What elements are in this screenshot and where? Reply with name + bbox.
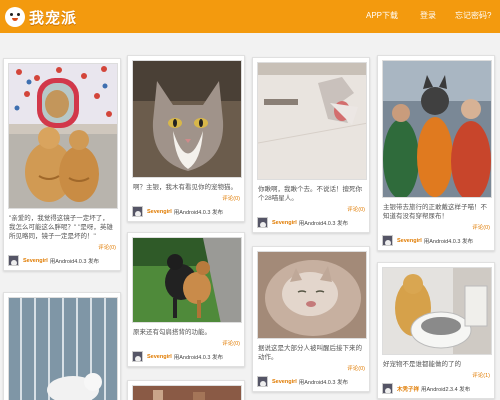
post-description: "亲爱的，我觉得这镜子一定坏了，我怎么可能这么胖呢？" "是呀，英雄所见略同，镜…	[9, 215, 113, 240]
post-card	[3, 292, 121, 400]
nav-login-link[interactable]: 登录	[420, 10, 436, 21]
post-author: Sevengirl 用Android4.0.3 发布	[257, 217, 365, 228]
post-photo[interactable]	[382, 60, 492, 198]
author-name-link[interactable]: 木秃子祥	[397, 385, 419, 393]
comment-count-link[interactable]: 评论(0)	[382, 223, 490, 231]
avatar[interactable]	[257, 217, 268, 228]
post-card: 原来还有勾肩搭背的功能。 评论(0) Sevengirl 用Android4.0…	[127, 232, 245, 367]
post-description: 你瞅啊，我瞅个去。不说话！擅死你个28喵星人。	[258, 186, 362, 202]
top-bar: 我宠派 APP下载 登录 忘记密码?	[0, 0, 500, 33]
nav-app-download-link[interactable]: APP下载	[366, 10, 398, 21]
post-card: "亲爱的，我觉得这镜子一定坏了，我怎么可能这么胖呢？" "是呀，英雄所见略同，镜…	[3, 58, 121, 271]
logo[interactable]: 我宠派	[5, 5, 77, 29]
post-card	[127, 380, 245, 400]
post-description: 好宠物不是谁都能做的了的	[383, 361, 461, 368]
author-name-link[interactable]: Sevengirl	[272, 220, 297, 226]
post-author: Sevengirl 用Android4.0.3 发布	[132, 351, 240, 362]
post-photo[interactable]	[257, 62, 367, 180]
post-card: 据说这是大部分人被叫醒后接下来的动作。 评论(0) Sevengirl 用And…	[252, 246, 370, 392]
comment-count-link[interactable]: 评论(0)	[8, 243, 116, 251]
post-via: 用Android4.0.3 发布	[173, 354, 223, 361]
post-photo[interactable]	[257, 251, 367, 339]
post-card: 主银带去旅行的正敢戴这样子喵！不知道有没有穿帮尿布！ 评论(0) Sevengi…	[377, 55, 495, 251]
post-via: 用Android4.0.3 发布	[173, 209, 223, 216]
post-card: 啊？主银，我木有看见你的宠物猫。 评论(0) Sevengirl 用Androi…	[127, 55, 245, 222]
post-author: Sevengirl 用Android4.0.3 发布	[257, 376, 365, 387]
post-photo[interactable]	[132, 385, 242, 400]
post-photo[interactable]	[8, 63, 118, 209]
post-via: 用Android4.0.3 发布	[49, 258, 99, 265]
nav-forgot-password-link[interactable]: 忘记密码?	[455, 10, 491, 21]
comment-count-link[interactable]: 评论(0)	[257, 205, 365, 213]
author-name-link[interactable]: Sevengirl	[147, 209, 172, 215]
post-description: 据说这是大部分人被叫醒后接下来的动作。	[258, 345, 362, 361]
post-card: 你瞅啊，我瞅个去。不说话！擅死你个28喵星人。 评论(0) Sevengirl …	[252, 57, 370, 233]
comment-count-link[interactable]: 评论(0)	[132, 194, 240, 202]
post-via: 用Android4.0.3 发布	[298, 220, 348, 227]
post-via: 用Android4.0.3 发布	[298, 379, 348, 386]
post-photo[interactable]	[132, 60, 242, 178]
post-photo[interactable]	[132, 237, 242, 323]
comment-count-link[interactable]: 评论(0)	[132, 339, 240, 347]
avatar[interactable]	[8, 255, 19, 266]
author-name-link[interactable]: Sevengirl	[272, 379, 297, 385]
post-author: Sevengirl 用Android4.0.3 发布	[382, 235, 490, 246]
avatar[interactable]	[132, 351, 143, 362]
post-photo[interactable]	[8, 297, 118, 400]
logo-text: 我宠派	[29, 8, 78, 27]
post-description: 原来还有勾肩搭背的功能。	[133, 329, 211, 336]
avatar[interactable]	[257, 376, 268, 387]
avatar[interactable]	[132, 206, 143, 217]
post-author: Sevengirl 用Android4.0.3 发布	[8, 255, 116, 266]
post-via: 用Android4.0.3 发布	[423, 238, 473, 245]
author-name-link[interactable]: Sevengirl	[397, 238, 422, 244]
post-photo[interactable]	[382, 267, 492, 355]
comment-count-link[interactable]: 评论(1)	[382, 371, 490, 379]
post-card: 好宠物不是谁都能做的了的 评论(1) 木秃子祥 用Android2.3.4 发布	[377, 262, 495, 399]
comment-count-link[interactable]: 评论(0)	[257, 364, 365, 372]
post-author: Sevengirl 用Android4.0.3 发布	[132, 206, 240, 217]
post-via: 用Android2.3.4 发布	[421, 386, 471, 393]
post-description: 啊？主银，我木有看见你的宠物猫。	[133, 184, 237, 191]
logo-icon	[5, 7, 25, 27]
author-name-link[interactable]: Sevengirl	[147, 354, 172, 360]
post-description: 主银带去旅行的正敢戴这样子喵！不知道有没有穿帮尿布！	[383, 204, 487, 220]
post-author: 木秃子祥 用Android2.3.4 发布	[382, 383, 490, 394]
author-name-link[interactable]: Sevengirl	[23, 258, 48, 264]
avatar[interactable]	[382, 235, 393, 246]
avatar[interactable]	[382, 383, 393, 394]
